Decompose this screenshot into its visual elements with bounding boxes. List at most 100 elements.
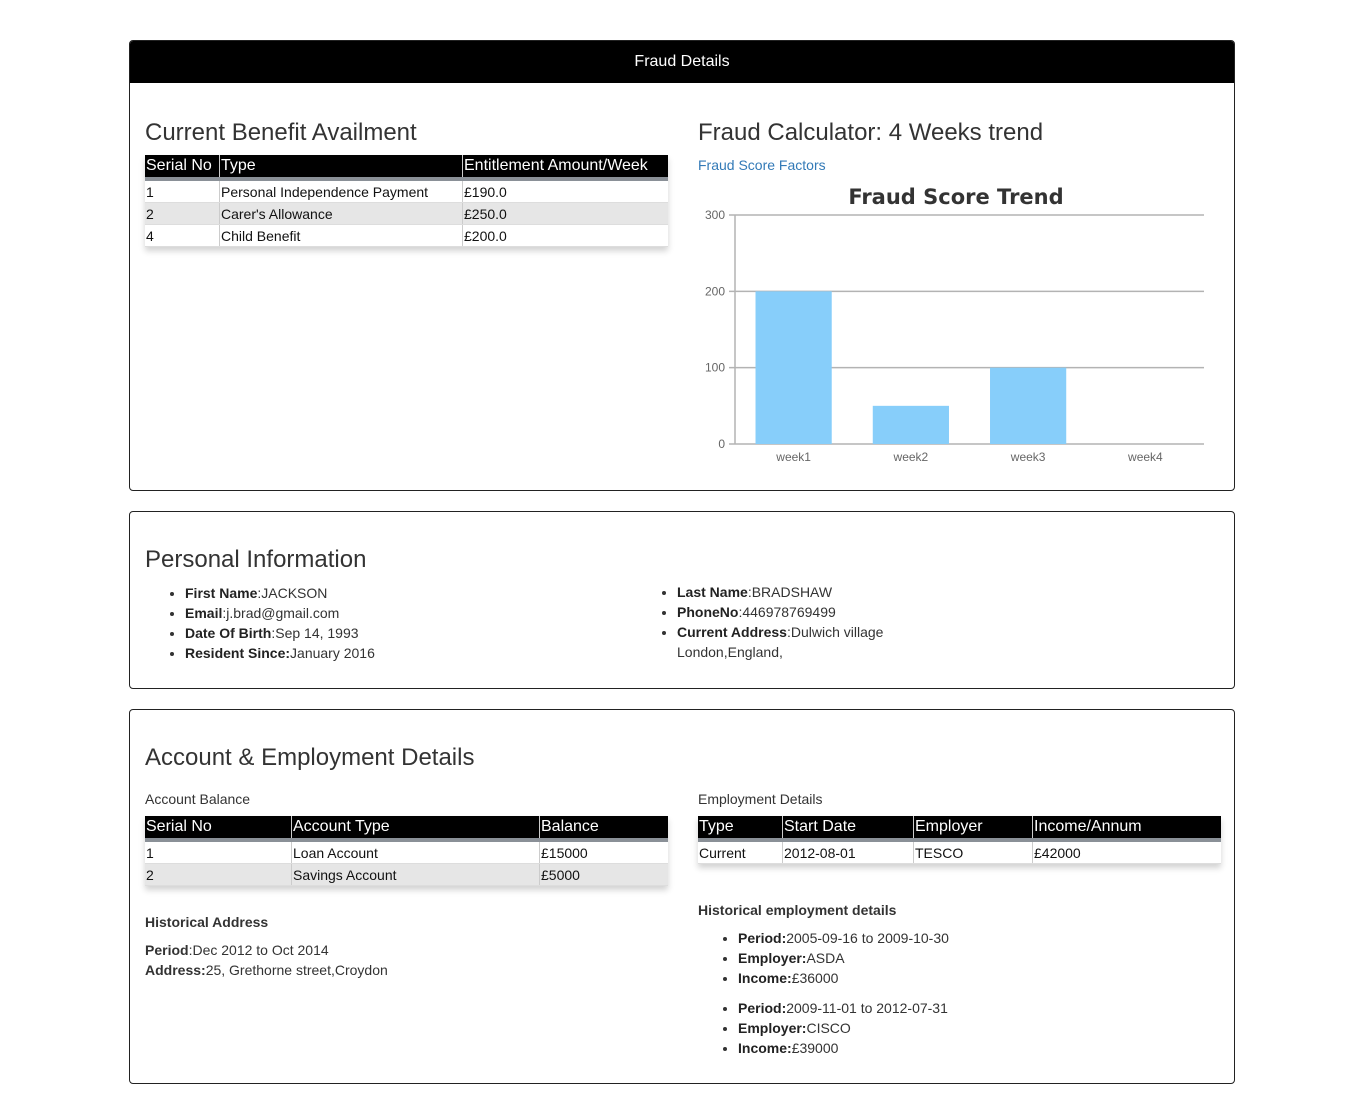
field-label: First Name bbox=[185, 585, 258, 601]
period-value: 2005-09-16 to 2009-10-30 bbox=[786, 930, 949, 946]
table-cell: 1 bbox=[145, 840, 292, 864]
list-item: Email:j.brad@gmail.com bbox=[185, 603, 375, 623]
x-tick-label: week3 bbox=[1010, 450, 1046, 464]
account-balance-caption: Account Balance bbox=[145, 791, 251, 807]
period-value: Dec 2012 to Oct 2014 bbox=[192, 942, 329, 958]
account-employment-title: Account & Employment Details bbox=[145, 744, 475, 771]
table-cell: 2012-08-01 bbox=[782, 840, 914, 864]
list-item: Employer:CISCO bbox=[738, 1018, 948, 1038]
benefit-table-header: Serial No Type Entitlement Amount/Week bbox=[145, 155, 668, 181]
table-cell: £42000 bbox=[1032, 840, 1221, 864]
list-item: PhoneNo:446978769499 bbox=[677, 602, 883, 622]
column-header: Type bbox=[219, 155, 463, 181]
field-label: Last Name bbox=[677, 584, 748, 600]
personal-info-title: Personal Information bbox=[145, 546, 367, 573]
benefit-title: Current Benefit Availment bbox=[145, 119, 417, 146]
table-cell: Current bbox=[698, 840, 783, 864]
fraud-details-panel: Fraud Details Current Benefit Availment … bbox=[129, 40, 1235, 491]
personal-info-list-left: First Name:JACKSON Email:j.brad@gmail.co… bbox=[145, 583, 375, 663]
table-cell: £250.0 bbox=[462, 202, 668, 225]
table-cell: £15000 bbox=[539, 840, 668, 864]
column-header: Balance bbox=[539, 816, 668, 842]
table-row: 2 Carer's Allowance £250.0 bbox=[145, 202, 668, 225]
field-label: Current Address bbox=[677, 624, 787, 640]
list-item: Employer:ASDA bbox=[738, 948, 949, 968]
period-value: 2009-11-01 to 2012-07-31 bbox=[786, 1000, 948, 1016]
bar-week1[interactable] bbox=[755, 291, 832, 444]
historical-address-address: Address:25, Grethorne street,Croydon bbox=[145, 962, 388, 978]
table-cell: £5000 bbox=[539, 863, 668, 886]
address-line2: London,England, bbox=[677, 644, 783, 660]
employment-details-caption: Employment Details bbox=[698, 791, 823, 807]
table-cell: Personal Independence Payment bbox=[219, 179, 463, 203]
list-item: First Name:JACKSON bbox=[185, 583, 375, 603]
column-header: Start Date bbox=[782, 816, 914, 842]
table-cell: Child Benefit bbox=[219, 224, 463, 247]
historical-job-2: Period:2009-11-01 to 2012-07-31 Employer… bbox=[698, 998, 948, 1058]
list-item: Period:2005-09-16 to 2009-10-30 bbox=[738, 928, 949, 948]
resident-value: January 2016 bbox=[290, 645, 375, 661]
personal-info-list-right: Last Name:BRADSHAW PhoneNo:446978769499 … bbox=[637, 582, 883, 662]
field-label: Address: bbox=[145, 962, 206, 978]
historical-address-title: Historical Address bbox=[145, 914, 269, 930]
bar-week2[interactable] bbox=[872, 405, 949, 444]
table-row: 1 Loan Account £15000 bbox=[145, 840, 668, 864]
income-value: £36000 bbox=[791, 970, 839, 986]
fraud-score-factors-link[interactable]: Fraud Score Factors bbox=[698, 157, 826, 173]
fraud-score-chart: Fraud Score Trend 0 100 200 300 week1 week2 w… bbox=[705, 185, 1204, 464]
email-value: j.brad@gmail.com bbox=[226, 605, 340, 621]
field-label: Income: bbox=[738, 970, 792, 986]
phone-value: 446978769499 bbox=[742, 604, 836, 620]
table-cell: £200.0 bbox=[462, 224, 668, 247]
field-label: Date Of Birth bbox=[185, 625, 272, 641]
table-row: 2 Savings Account £5000 bbox=[145, 863, 668, 886]
column-header: Serial No bbox=[145, 816, 292, 842]
fraud-calculator-title: Fraud Calculator: 4 Weeks trend bbox=[698, 119, 1044, 146]
table-row: Current 2012-08-01 TESCO £42000 bbox=[698, 840, 1221, 864]
list-item: Date Of Birth:Sep 14, 1993 bbox=[185, 623, 375, 643]
income-value: £39000 bbox=[791, 1040, 839, 1056]
list-item: Resident Since:January 2016 bbox=[185, 643, 375, 663]
table-cell: 2 bbox=[145, 863, 292, 886]
list-item: Income:£39000 bbox=[738, 1038, 948, 1058]
historical-job-1: Period:2005-09-16 to 2009-10-30 Employer… bbox=[698, 928, 949, 988]
account-table-header: Serial No Account Type Balance bbox=[145, 816, 668, 842]
table-cell: £190.0 bbox=[462, 179, 668, 203]
employer-value: CISCO bbox=[806, 1020, 851, 1036]
field-label: Employer: bbox=[738, 1020, 807, 1036]
bar-week3[interactable] bbox=[990, 367, 1067, 444]
historical-employment-title: Historical employment details bbox=[698, 902, 897, 918]
employment-table-header: Type Start Date Employer Income/Annum bbox=[698, 816, 1221, 842]
chart-title: Fraud Score Trend bbox=[848, 185, 1063, 209]
column-header: Entitlement Amount/Week bbox=[462, 155, 668, 181]
list-item: Period:2009-11-01 to 2012-07-31 bbox=[738, 998, 948, 1018]
field-label: Period bbox=[145, 942, 189, 958]
account-balance-table: Serial No Account Type Balance 1 Loan Ac… bbox=[145, 816, 668, 886]
table-cell: 2 bbox=[145, 202, 220, 225]
historical-address-period: Period:Dec 2012 to Oct 2014 bbox=[145, 942, 329, 958]
employer-value: ASDA bbox=[806, 950, 845, 966]
list-item: Income:£36000 bbox=[738, 968, 949, 988]
column-header: Account Type bbox=[291, 816, 540, 842]
personal-info-panel: Personal Information First Name:JACKSON … bbox=[129, 511, 1235, 689]
table-cell: 1 bbox=[145, 179, 220, 203]
field-label: Period: bbox=[738, 930, 787, 946]
column-header: Type bbox=[698, 816, 783, 842]
y-tick-label: 0 bbox=[718, 437, 725, 451]
column-header: Serial No bbox=[145, 155, 220, 181]
column-header: Income/Annum bbox=[1032, 816, 1221, 842]
y-tick-label: 300 bbox=[705, 208, 725, 222]
field-label: Period: bbox=[738, 1000, 787, 1016]
fraud-details-header: Fraud Details bbox=[130, 41, 1234, 83]
last-name-value: BRADSHAW bbox=[751, 584, 833, 600]
x-tick-label: week4 bbox=[1127, 450, 1163, 464]
table-cell: Savings Account bbox=[291, 863, 540, 886]
account-employment-panel: Account & Employment Details Account Bal… bbox=[129, 709, 1235, 1084]
list-item: Last Name:BRADSHAW bbox=[677, 582, 883, 602]
field-label: Resident Since: bbox=[185, 645, 291, 661]
dob-value: Sep 14, 1993 bbox=[275, 625, 359, 641]
table-cell: TESCO bbox=[913, 840, 1033, 864]
y-tick-label: 100 bbox=[705, 361, 725, 375]
employment-table: Type Start Date Employer Income/Annum Cu… bbox=[698, 816, 1221, 864]
field-label: PhoneNo bbox=[677, 604, 739, 620]
